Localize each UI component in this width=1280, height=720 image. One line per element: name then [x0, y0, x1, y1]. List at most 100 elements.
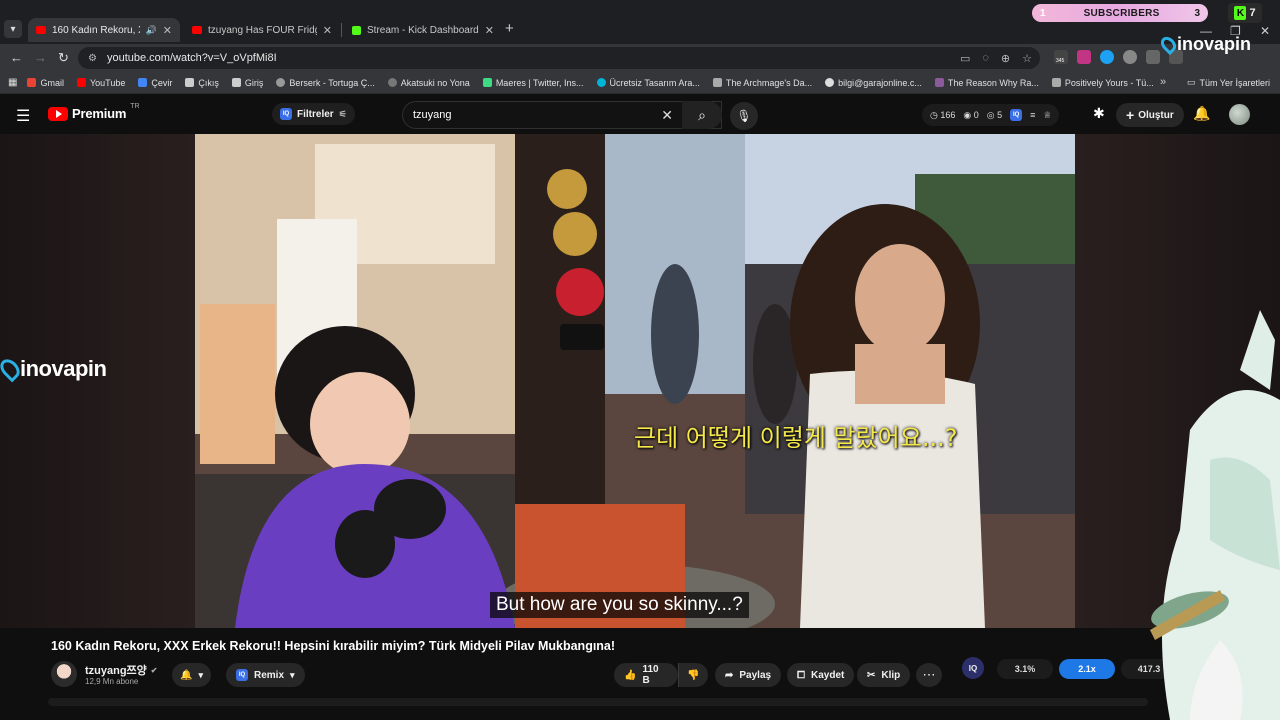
- cast-icon[interactable]: ▭: [960, 52, 970, 65]
- tab-youtube-fridges[interactable]: tzuyang Has FOUR Fridges?! W ✕: [184, 18, 342, 42]
- page-icon: [1051, 78, 1061, 87]
- plus-icon: +: [1126, 107, 1135, 123]
- menu-icon[interactable]: ☰: [16, 106, 30, 126]
- share-button[interactable]: ➦ Paylaş: [715, 663, 782, 687]
- eye-off-icon[interactable]: ◌: [982, 52, 989, 65]
- close-tab-icon[interactable]: ✕: [323, 24, 332, 37]
- sliders-icon: ⚟: [338, 108, 347, 119]
- logo-text: Premium: [72, 106, 127, 121]
- search-input[interactable]: tzuyang ✕: [402, 101, 722, 129]
- bookmarks-overflow-icon[interactable]: »: [1160, 76, 1166, 88]
- puzzle-icon[interactable]: [1146, 50, 1160, 64]
- bookmark-garaj[interactable]: bilgi@garajonline.c...: [825, 78, 922, 88]
- inovapin-pin-icon: [1157, 33, 1180, 56]
- chevron-down-icon: ▾: [198, 669, 203, 680]
- bookmark-design[interactable]: Ücretsiz Tasarım Ara...: [596, 77, 700, 88]
- like-button[interactable]: 👍 110 B: [614, 663, 678, 687]
- bookmark-gmail[interactable]: Gmail: [27, 78, 64, 88]
- video-player[interactable]: [195, 134, 1075, 628]
- extension-badge: 345: [1056, 58, 1065, 64]
- reload-icon[interactable]: ↻: [58, 50, 69, 66]
- bookmark-maeres[interactable]: Maeres | Twitter, Ins...: [482, 78, 584, 88]
- tab-kick-dashboard[interactable]: Stream - Kick Dashboard ✕: [344, 18, 500, 42]
- close-tab-icon[interactable]: ✕: [163, 24, 172, 37]
- channel-avatar[interactable]: [51, 661, 77, 687]
- list-icon[interactable]: ≡: [1030, 110, 1035, 120]
- save-label: Kaydet: [811, 669, 845, 681]
- audio-icon[interactable]: 🔊: [146, 25, 157, 36]
- zoom-icon[interactable]: ⊕: [1001, 52, 1010, 65]
- scissors-icon: ✂: [867, 669, 876, 681]
- subtitle-english: But how are you so skinny...?: [490, 592, 749, 618]
- kick-logo-icon: K: [1234, 6, 1247, 20]
- share-arrow-icon: ➦: [725, 669, 734, 681]
- apps-grid-icon[interactable]: ▦: [8, 77, 17, 88]
- bookmark-label: Ücretsiz Tasarım Ara...: [609, 77, 700, 88]
- forward-arrow-icon[interactable]: →: [34, 50, 47, 65]
- youtube-favicon-icon: [192, 26, 202, 34]
- address-bar[interactable]: ⚙ youtube.com/watch?v=V_oVpfMi8I ▭ ◌ ⊕ ☆: [78, 47, 1040, 69]
- bookmark-translate[interactable]: Çevir: [138, 78, 172, 88]
- bookmark-berserk[interactable]: Berserk - Tortuga Ç...: [276, 78, 375, 88]
- extension-puzzle-icon[interactable]: ✱: [1093, 105, 1105, 122]
- search-icon: ⌕: [698, 106, 706, 123]
- subscriber-goal-overlay: 1 SUBSCRIBERS 3: [1032, 4, 1208, 22]
- bookmark-archmage[interactable]: The Archmage's Da...: [712, 78, 812, 88]
- save-button[interactable]: ⧠ Kaydet: [787, 663, 855, 687]
- back-arrow-icon[interactable]: ←: [10, 50, 23, 65]
- bookmark-logout[interactable]: Çıkış: [185, 78, 219, 88]
- iq-extension-icon[interactable]: IQ: [1010, 109, 1023, 121]
- iq-extension-button[interactable]: IQ: [962, 657, 984, 679]
- clip-button[interactable]: ✂ Klip: [857, 663, 911, 687]
- folder-icon: ▭: [1186, 77, 1196, 87]
- tab-youtube-video[interactable]: 160 Kadın Rekoru, XXX Erke 🔊 ✕: [28, 18, 180, 42]
- thumbs-down-icon: 👎: [687, 669, 700, 681]
- close-tab-icon[interactable]: ✕: [485, 24, 494, 37]
- extension-icon[interactable]: [1100, 50, 1114, 64]
- bookmark-label: YouTube: [89, 77, 126, 88]
- new-tab-button[interactable]: +: [505, 20, 514, 37]
- extension-icon[interactable]: [1077, 50, 1091, 64]
- description-box-edge[interactable]: [48, 698, 1148, 706]
- voice-search-button[interactable]: 🎙: [730, 102, 758, 130]
- remix-button[interactable]: IQ Remix ▾: [226, 663, 305, 687]
- search-button[interactable]: ⌕: [682, 101, 722, 129]
- chevron-down-icon: ▾: [290, 669, 295, 680]
- bookmark-star-icon[interactable]: ☆: [1022, 52, 1032, 65]
- site-info-icon[interactable]: ⚙: [88, 53, 97, 64]
- all-bookmarks-button[interactable]: ▭ Tüm Yer İşaretleri: [1187, 77, 1270, 88]
- tab-search-button[interactable]: ▾: [4, 20, 22, 38]
- notifications-bell-icon[interactable]: 🔔: [1193, 105, 1210, 122]
- bookmark-positively[interactable]: Positively Yours - Tü...: [1051, 78, 1154, 88]
- channel-name[interactable]: tzuyang쯔양 ✔: [85, 662, 158, 678]
- metric-engagement: 3.1%: [997, 659, 1053, 679]
- extension-icon[interactable]: 345: [1054, 50, 1068, 64]
- inovapin-logo-text: inovapin: [1177, 34, 1252, 54]
- bookmark-reason[interactable]: The Reason Why Ra...: [934, 78, 1039, 88]
- youtube-premium-logo[interactable]: Premium TR: [48, 103, 140, 121]
- extension-icon[interactable]: [1123, 50, 1137, 64]
- create-button[interactable]: + Oluştur: [1116, 103, 1184, 127]
- view-stat: ◎ 5: [986, 109, 1003, 120]
- close-window-icon[interactable]: ✕: [1260, 24, 1270, 38]
- extension-stats[interactable]: ◷ 166 ◉ 0 ◎ 5 IQ ≡ ♕: [922, 104, 1060, 126]
- inovapin-logo-top: inovapin: [1157, 33, 1252, 56]
- site-icon: [596, 78, 606, 87]
- bookmark-youtube[interactable]: YouTube: [76, 77, 126, 88]
- account-avatar[interactable]: [1229, 104, 1250, 125]
- bookmark-akatsuki[interactable]: Akatsuki no Yona: [387, 78, 470, 88]
- bookmark-login[interactable]: Giriş: [231, 78, 263, 88]
- logo-region: TR: [130, 103, 140, 110]
- page-icon: [712, 78, 722, 87]
- eye-stat: ◉ 0: [963, 109, 979, 120]
- bookmark-label: Çevir: [151, 77, 173, 88]
- bookmark-icon: ⧠: [797, 669, 805, 681]
- clear-search-icon[interactable]: ✕: [661, 107, 673, 124]
- more-actions-button[interactable]: ⋯: [916, 663, 942, 687]
- trophy-icon[interactable]: ♕: [1043, 110, 1051, 121]
- filters-button[interactable]: IQ Filtreler ⚟: [272, 103, 355, 125]
- subscription-bell-button[interactable]: 🔔 ▾: [172, 663, 211, 687]
- vtuber-avatar-overlay: [1150, 310, 1280, 720]
- dislike-button[interactable]: 👎: [678, 663, 708, 687]
- channel-subscriber-count: 12,9 Mn abone: [85, 677, 139, 686]
